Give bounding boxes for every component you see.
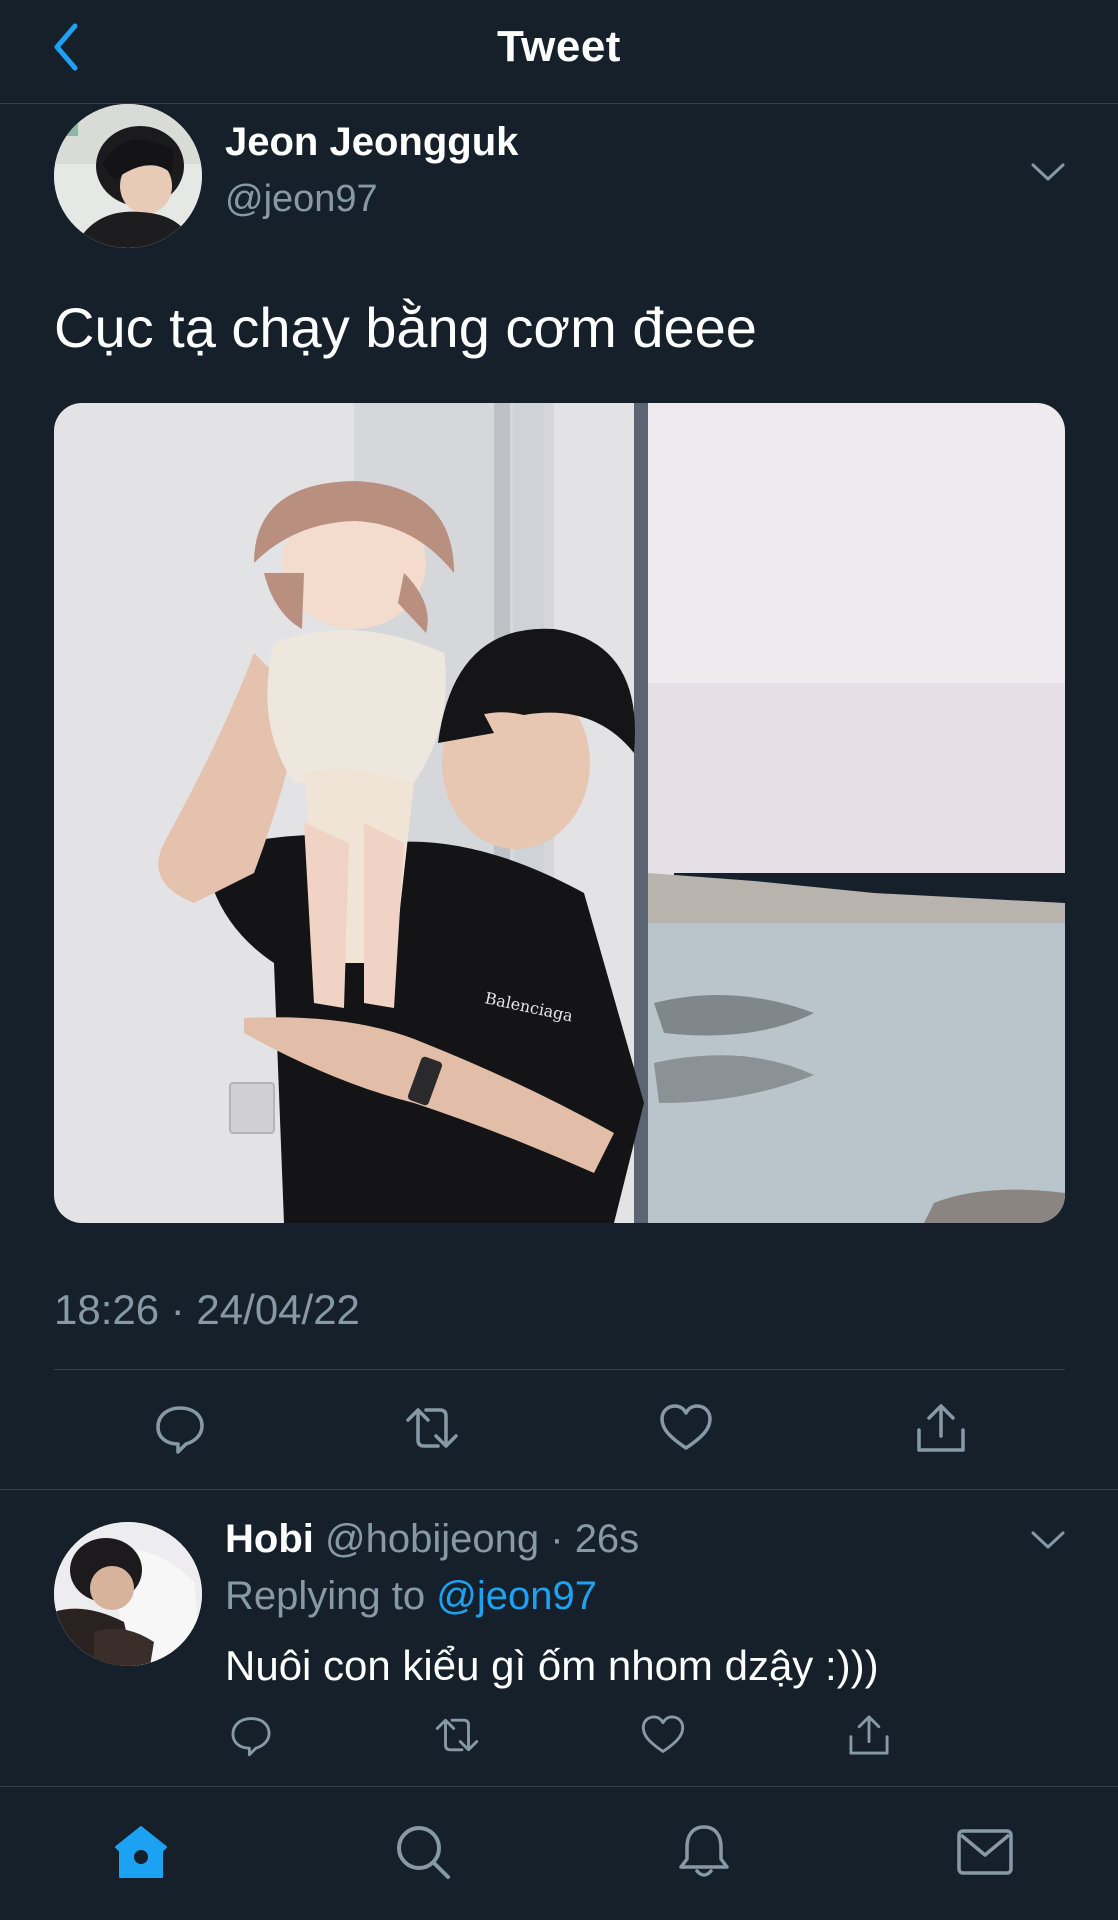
reply-reply-button[interactable] (228, 1712, 274, 1758)
retweet-icon (435, 1718, 479, 1752)
tweet-media[interactable]: Balenciaga (54, 403, 1065, 1223)
reply-like-button[interactable] (640, 1712, 686, 1758)
author-name[interactable]: Jeon Jeongguk (225, 120, 518, 165)
tab-home[interactable] (110, 1821, 172, 1883)
reply-author-handle[interactable]: @hobijeong (325, 1517, 539, 1561)
mail-icon (957, 1829, 1013, 1875)
heart-icon (641, 1715, 685, 1753)
bottom-tab-bar (0, 1786, 1118, 1920)
reply-more-options-button[interactable] (1030, 1528, 1066, 1552)
top-bar: Tweet (0, 0, 1118, 104)
replying-prefix: Replying to (225, 1574, 437, 1618)
tab-messages[interactable] (954, 1821, 1016, 1883)
reply-avatar[interactable] (54, 1522, 202, 1666)
heart-icon (660, 1404, 712, 1450)
page-title: Tweet (497, 21, 621, 71)
avatar-image (54, 104, 202, 248)
tweet-action-bar (0, 1400, 1118, 1456)
reply-share-button[interactable] (846, 1712, 892, 1758)
photo: Balenciaga (54, 403, 1065, 1223)
tab-search[interactable] (392, 1821, 454, 1883)
author-handle[interactable]: @jeon97 (225, 178, 378, 221)
tweet-timestamp: 18:26 · 24/04/22 (54, 1286, 360, 1333)
divider (0, 1489, 1118, 1490)
reply-header: Hobi @hobijeong · 26s (225, 1517, 639, 1562)
replying-to: Replying to @jeon97 (225, 1574, 597, 1619)
tab-notifications[interactable] (673, 1821, 735, 1883)
chevron-down-icon (1031, 163, 1065, 181)
retweet-icon (406, 1408, 458, 1448)
avatar[interactable] (54, 104, 202, 248)
home-icon (115, 1826, 167, 1878)
more-options-button[interactable] (1030, 160, 1066, 184)
reply-age: 26s (574, 1517, 640, 1561)
like-button[interactable] (658, 1400, 714, 1456)
chevron-left-icon (54, 23, 78, 71)
share-icon (917, 1404, 965, 1452)
reply-action-bar (0, 1712, 1118, 1760)
share-icon (849, 1715, 889, 1755)
reply-button[interactable] (152, 1400, 208, 1456)
reply-separator: · (550, 1517, 564, 1561)
reply-icon (231, 1717, 271, 1757)
search-icon (397, 1826, 450, 1879)
chevron-down-icon (1031, 1531, 1065, 1549)
avatar-image (54, 1522, 202, 1666)
replying-to-mention[interactable]: @jeon97 (436, 1574, 597, 1618)
reply-text: Nuôi con kiểu gì ốm nhom dzậy :))) (225, 1642, 879, 1689)
tweet-text: Cục tạ chạy bằng cơm đeee (54, 296, 757, 359)
share-button[interactable] (913, 1400, 969, 1456)
reply-author-name[interactable]: Hobi (225, 1517, 314, 1561)
bell-icon (679, 1825, 729, 1877)
reply-icon (156, 1406, 204, 1454)
divider (54, 1369, 1065, 1370)
reply-retweet-button[interactable] (434, 1712, 480, 1758)
back-button[interactable] (46, 22, 86, 72)
retweet-button[interactable] (404, 1400, 460, 1456)
